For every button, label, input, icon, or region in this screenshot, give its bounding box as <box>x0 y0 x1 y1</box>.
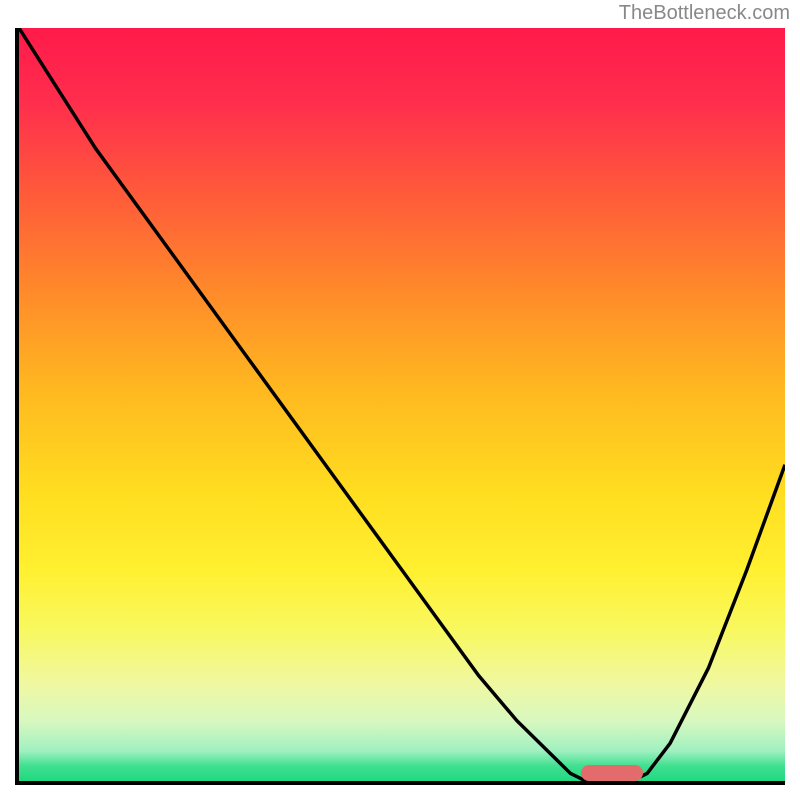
chart-curve <box>19 28 785 781</box>
watermark-text: TheBottleneck.com <box>619 2 790 25</box>
optimal-zone-marker <box>581 765 643 781</box>
chart-plot-area <box>15 28 785 785</box>
